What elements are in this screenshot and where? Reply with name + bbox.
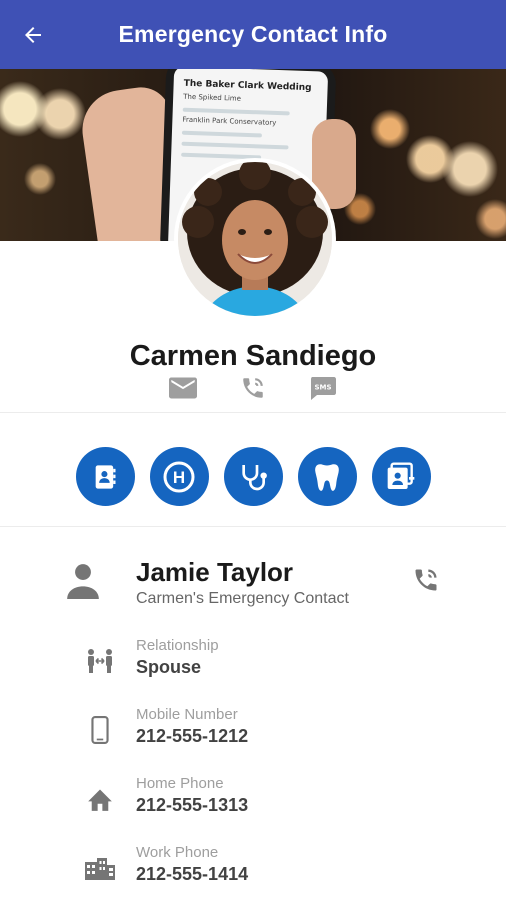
id-card-icon bbox=[387, 461, 415, 489]
emergency-contact-call-button[interactable] bbox=[410, 565, 442, 595]
mobile-number-field: Mobile Number 212-555-1212 bbox=[0, 706, 506, 766]
quick-actions: H bbox=[0, 447, 506, 506]
contacts-button[interactable] bbox=[75, 447, 135, 506]
doctor-button[interactable] bbox=[223, 447, 283, 506]
hospital-label: H bbox=[173, 468, 185, 487]
sms-button[interactable]: SMS bbox=[307, 374, 339, 402]
page-title: Emergency Contact Info bbox=[118, 21, 388, 47]
home-icon bbox=[88, 789, 112, 811]
tooth-icon bbox=[315, 463, 339, 491]
work-phone-label: Work Phone bbox=[136, 844, 219, 861]
phone-call-icon bbox=[243, 378, 263, 398]
email-icon bbox=[169, 377, 197, 399]
hospital-button[interactable]: H bbox=[149, 447, 209, 506]
home-phone-label: Home Phone bbox=[136, 775, 224, 792]
building-icon bbox=[85, 858, 115, 880]
avatar-portrait bbox=[178, 162, 332, 316]
divider bbox=[0, 412, 506, 413]
back-button[interactable] bbox=[18, 20, 48, 50]
mobile-number-label: Mobile Number bbox=[136, 706, 238, 723]
person-icon bbox=[67, 564, 99, 599]
dentist-button[interactable] bbox=[297, 447, 357, 506]
work-phone-value[interactable]: 212-555-1414 bbox=[136, 864, 248, 885]
relationship-label: Relationship bbox=[136, 637, 219, 654]
phone-call-icon bbox=[415, 569, 437, 591]
hospital-icon: H bbox=[163, 461, 195, 492]
arrow-left-icon bbox=[25, 27, 41, 43]
insurance-button[interactable] bbox=[371, 447, 431, 506]
call-button[interactable] bbox=[237, 374, 269, 402]
relationship-field: Relationship Spouse bbox=[0, 637, 506, 697]
work-phone-field: Work Phone 212-555-1414 bbox=[0, 844, 506, 900]
profile-contact-actions: SMS bbox=[0, 374, 506, 402]
home-phone-value[interactable]: 212-555-1313 bbox=[136, 795, 248, 816]
relationship-value: Spouse bbox=[136, 657, 202, 677]
avatar bbox=[174, 158, 336, 320]
profile-name: Carmen Sandiego bbox=[129, 340, 377, 372]
home-phone-field: Home Phone 212-555-1313 bbox=[0, 775, 506, 835]
phone-screen-title: The Baker Clark Wedding bbox=[183, 78, 312, 94]
app-bar: Emergency Contact Info bbox=[0, 0, 506, 69]
emergency-contact-name: Jamie Taylor bbox=[136, 557, 294, 587]
sms-icon: SMS bbox=[311, 377, 336, 400]
phone-screen-subtitle: The Spiked Lime bbox=[183, 92, 242, 103]
divider bbox=[0, 526, 506, 527]
stethoscope-icon bbox=[242, 464, 267, 490]
mobile-number-value[interactable]: 212-555-1212 bbox=[136, 726, 248, 747]
contact-book-icon bbox=[95, 464, 116, 489]
relationship-icon bbox=[88, 649, 112, 673]
email-button[interactable] bbox=[167, 374, 199, 402]
mobile-phone-icon bbox=[91, 716, 109, 744]
sms-label: SMS bbox=[314, 384, 331, 392]
emergency-contact-subtitle: Carmen's Emergency Contact bbox=[136, 590, 349, 607]
phone-screen-line: Franklin Park Conservatory bbox=[182, 115, 277, 127]
